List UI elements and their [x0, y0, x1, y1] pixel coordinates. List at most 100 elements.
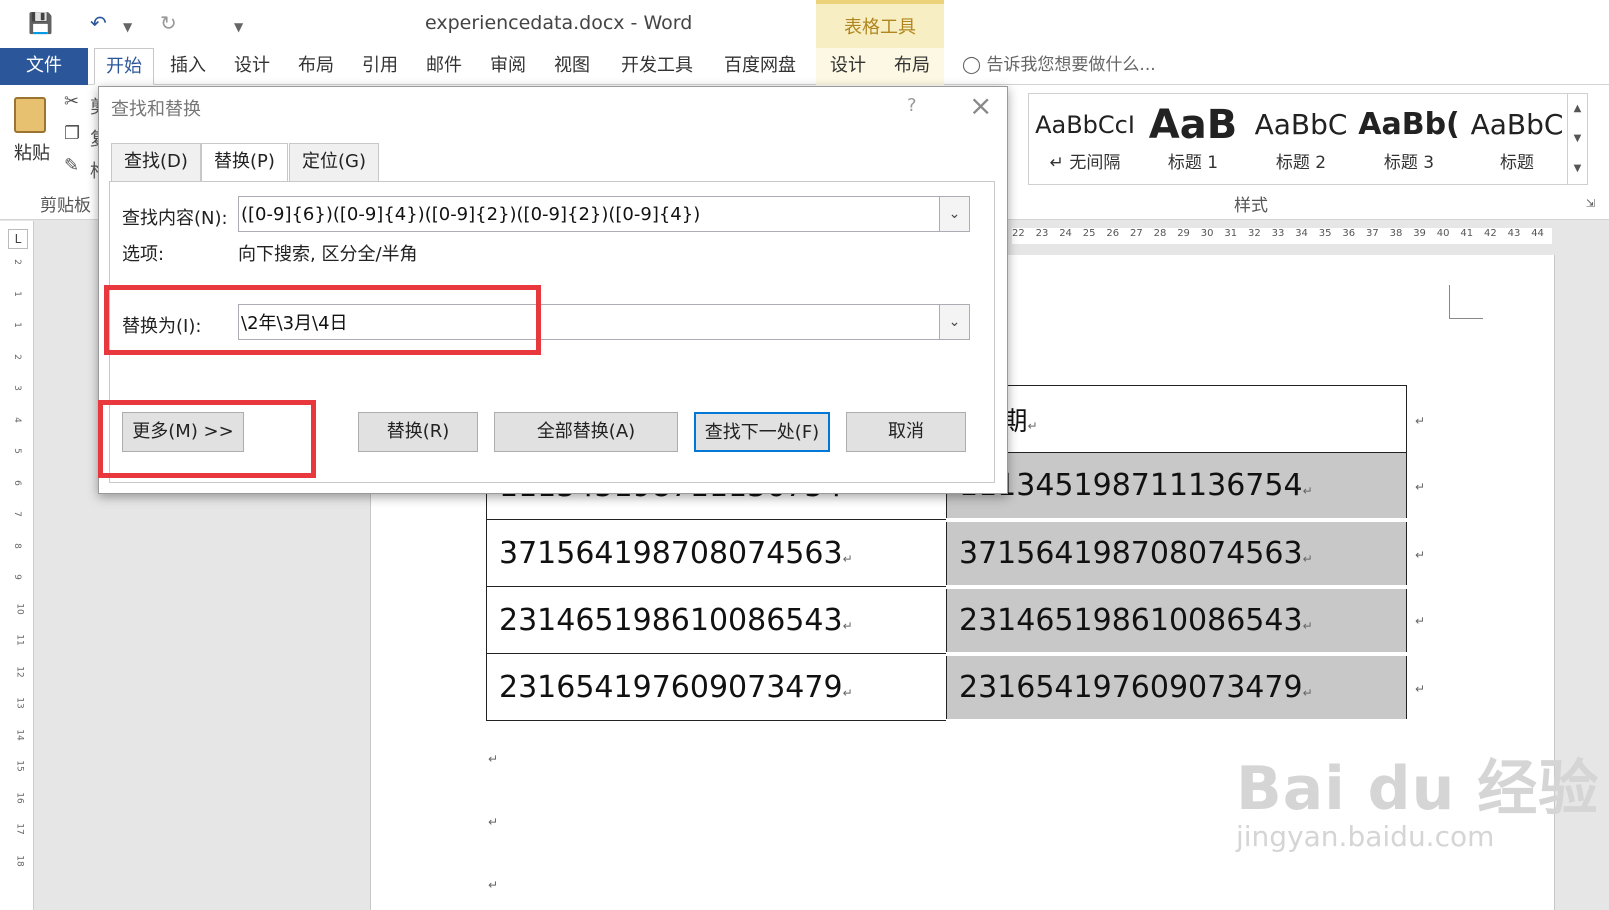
table-cell[interactable]: 231654197609073479↵: [946, 653, 1407, 723]
style-sample: AaBbC: [1254, 108, 1348, 141]
tab-table-design[interactable]: 设计: [816, 48, 880, 85]
cell-mark: ↵: [842, 618, 853, 633]
replace-button[interactable]: 替换(R): [358, 412, 478, 452]
ruler-tick: 24: [1059, 228, 1072, 239]
id-value: 231465198610086543: [499, 602, 843, 638]
tab-table-layout[interactable]: 布局: [880, 48, 944, 85]
ruler-tick: 29: [1177, 228, 1190, 239]
redo-icon[interactable]: ↻: [160, 10, 177, 36]
save-icon[interactable]: 💾: [28, 10, 53, 36]
tab-file[interactable]: 文件: [0, 48, 88, 85]
cut-icon[interactable]: ✂: [64, 91, 79, 112]
chevron-down-icon[interactable]: ⌄: [939, 305, 969, 339]
style-heading-1[interactable]: AaB 标题 1: [1139, 94, 1247, 184]
ruler-tick: 13: [14, 697, 25, 709]
undo-dropdown-icon[interactable]: ▼: [123, 14, 132, 40]
tab-layout[interactable]: 布局: [288, 48, 344, 85]
row-end-mark: ↵: [1415, 414, 1426, 428]
style-sample: AaBbCcI: [1035, 111, 1135, 139]
tab-design[interactable]: 设计: [224, 48, 280, 85]
ruler-tick: 42: [1484, 228, 1497, 239]
tab-references[interactable]: 引用: [352, 48, 408, 85]
ruler-tick: 31: [1224, 228, 1238, 239]
ruler-tick: 14: [14, 728, 25, 741]
replace-all-button[interactable]: 全部替换(A): [494, 412, 678, 452]
tab-selector-icon[interactable]: L: [8, 229, 28, 249]
copy-icon[interactable]: ❐: [64, 123, 80, 144]
options-label: 选项:: [122, 244, 165, 265]
find-input[interactable]: [241, 199, 941, 229]
paste-icon[interactable]: [14, 97, 46, 133]
tab-developer[interactable]: 开发工具: [612, 48, 702, 85]
help-icon[interactable]: ?: [907, 95, 917, 116]
styles-gallery: AaBbCcI ↵ 无间隔 AaB 标题 1 AaBbC 标题 2 AaBb( …: [1028, 93, 1588, 185]
dialog-title: 查找和替换: [111, 99, 201, 120]
table-cell[interactable]: 231465198610086543↵: [946, 586, 1407, 656]
tab-goto[interactable]: 定位(G): [289, 143, 379, 181]
tab-view[interactable]: 视图: [544, 48, 600, 85]
more-button-highlight: [98, 400, 316, 478]
undo-icon[interactable]: ↶: [90, 10, 107, 36]
ruler-tick: 32: [1248, 228, 1261, 239]
table-cell[interactable]: 371564198708074563↵: [946, 519, 1407, 589]
style-sample: AaBb(: [1358, 107, 1460, 142]
scroll-down-icon[interactable]: ▼: [1568, 124, 1587, 154]
table-cell[interactable]: 111345198711136754↵: [946, 452, 1407, 522]
cell-mark: ↵: [1302, 551, 1313, 566]
ruler-tick: 38: [1389, 228, 1403, 239]
tab-mailings[interactable]: 邮件: [416, 48, 472, 85]
table-cell[interactable]: 231654197609073479↵: [486, 653, 947, 721]
ruler-tick: 18: [14, 854, 25, 867]
ruler-tick: 2: [11, 353, 22, 360]
table-cell[interactable]: 371564198708074563↵: [486, 519, 947, 587]
tell-me-box[interactable]: ◯ 告诉我您想要做什么...: [962, 48, 1156, 85]
ruler-tick: 40: [1436, 228, 1450, 239]
table-cell[interactable]: 231465198610086543↵: [486, 586, 947, 654]
cell-mark: ↵: [1302, 483, 1313, 498]
style-name: 标题 2: [1275, 153, 1327, 173]
id-value: 371564198708074563: [499, 535, 843, 571]
table-cell[interactable]: 日期↵: [946, 385, 1407, 453]
customize-qat-icon[interactable]: ▼: [234, 14, 243, 40]
find-label: 查找内容(N):: [122, 208, 228, 229]
ruler-tick: 17: [14, 823, 25, 835]
scroll-up-icon[interactable]: ▲: [1568, 94, 1587, 124]
tab-review[interactable]: 审阅: [480, 48, 536, 85]
dialog-launcher-icon[interactable]: ⇲: [1586, 197, 1595, 210]
id-value: 111345198711136754: [959, 467, 1303, 503]
ruler-tick: 44: [1531, 228, 1544, 239]
styles-scroll[interactable]: ▲ ▼ ▼: [1567, 94, 1587, 184]
ruler-tick: 36: [1342, 228, 1356, 239]
style-name: 标题 1: [1167, 153, 1219, 173]
word-window: 💾 ↶ ▼ ↻ ▼ experiencedata.docx - Word 表格工…: [0, 0, 1609, 910]
ruler-tick: 3: [11, 385, 22, 391]
tab-baidu-netdisk[interactable]: 百度网盘: [712, 48, 808, 85]
ruler-tick: 43: [1507, 228, 1521, 239]
close-icon[interactable]: ×: [969, 89, 992, 122]
tab-replace[interactable]: 替换(P): [201, 143, 288, 182]
style-no-spacing[interactable]: AaBbCcI ↵ 无间隔: [1031, 94, 1139, 184]
tab-find[interactable]: 查找(D): [111, 143, 201, 181]
style-heading-3[interactable]: AaBb( 标题 3: [1355, 94, 1463, 184]
ruler-tick: 5: [11, 448, 22, 454]
more-styles-icon[interactable]: ▼: [1568, 154, 1587, 184]
chevron-down-icon[interactable]: ⌄: [939, 197, 969, 231]
cancel-button[interactable]: 取消: [846, 412, 966, 452]
paste-label[interactable]: 粘贴: [14, 139, 50, 165]
find-next-button[interactable]: 查找下一处(F): [694, 412, 830, 452]
format-painter-icon[interactable]: ✎: [64, 155, 79, 176]
cell-mark: ↵: [1027, 418, 1038, 433]
table-tools-label: 表格工具: [816, 0, 944, 48]
find-combo[interactable]: ⌄: [238, 196, 970, 232]
ruler-tick: 10: [14, 602, 25, 615]
tab-home[interactable]: 开始: [94, 48, 154, 85]
window-title: experiencedata.docx - Word: [425, 12, 693, 34]
horizontal-ruler: 22 23 24 25 26 27 28 29 30 31 32 33 34 35 36 37 38 39 40 41…: [1012, 228, 1552, 244]
watermark-main: Bai du 经验: [1236, 754, 1600, 824]
style-title[interactable]: AaBbC 标题: [1463, 94, 1571, 184]
style-heading-2[interactable]: AaBbC 标题 2: [1247, 94, 1355, 184]
ruler-tick: 2: [11, 259, 22, 265]
cell-mark: ↵: [842, 685, 853, 700]
ruler-tick: 1: [11, 322, 22, 328]
tab-insert[interactable]: 插入: [160, 48, 216, 85]
